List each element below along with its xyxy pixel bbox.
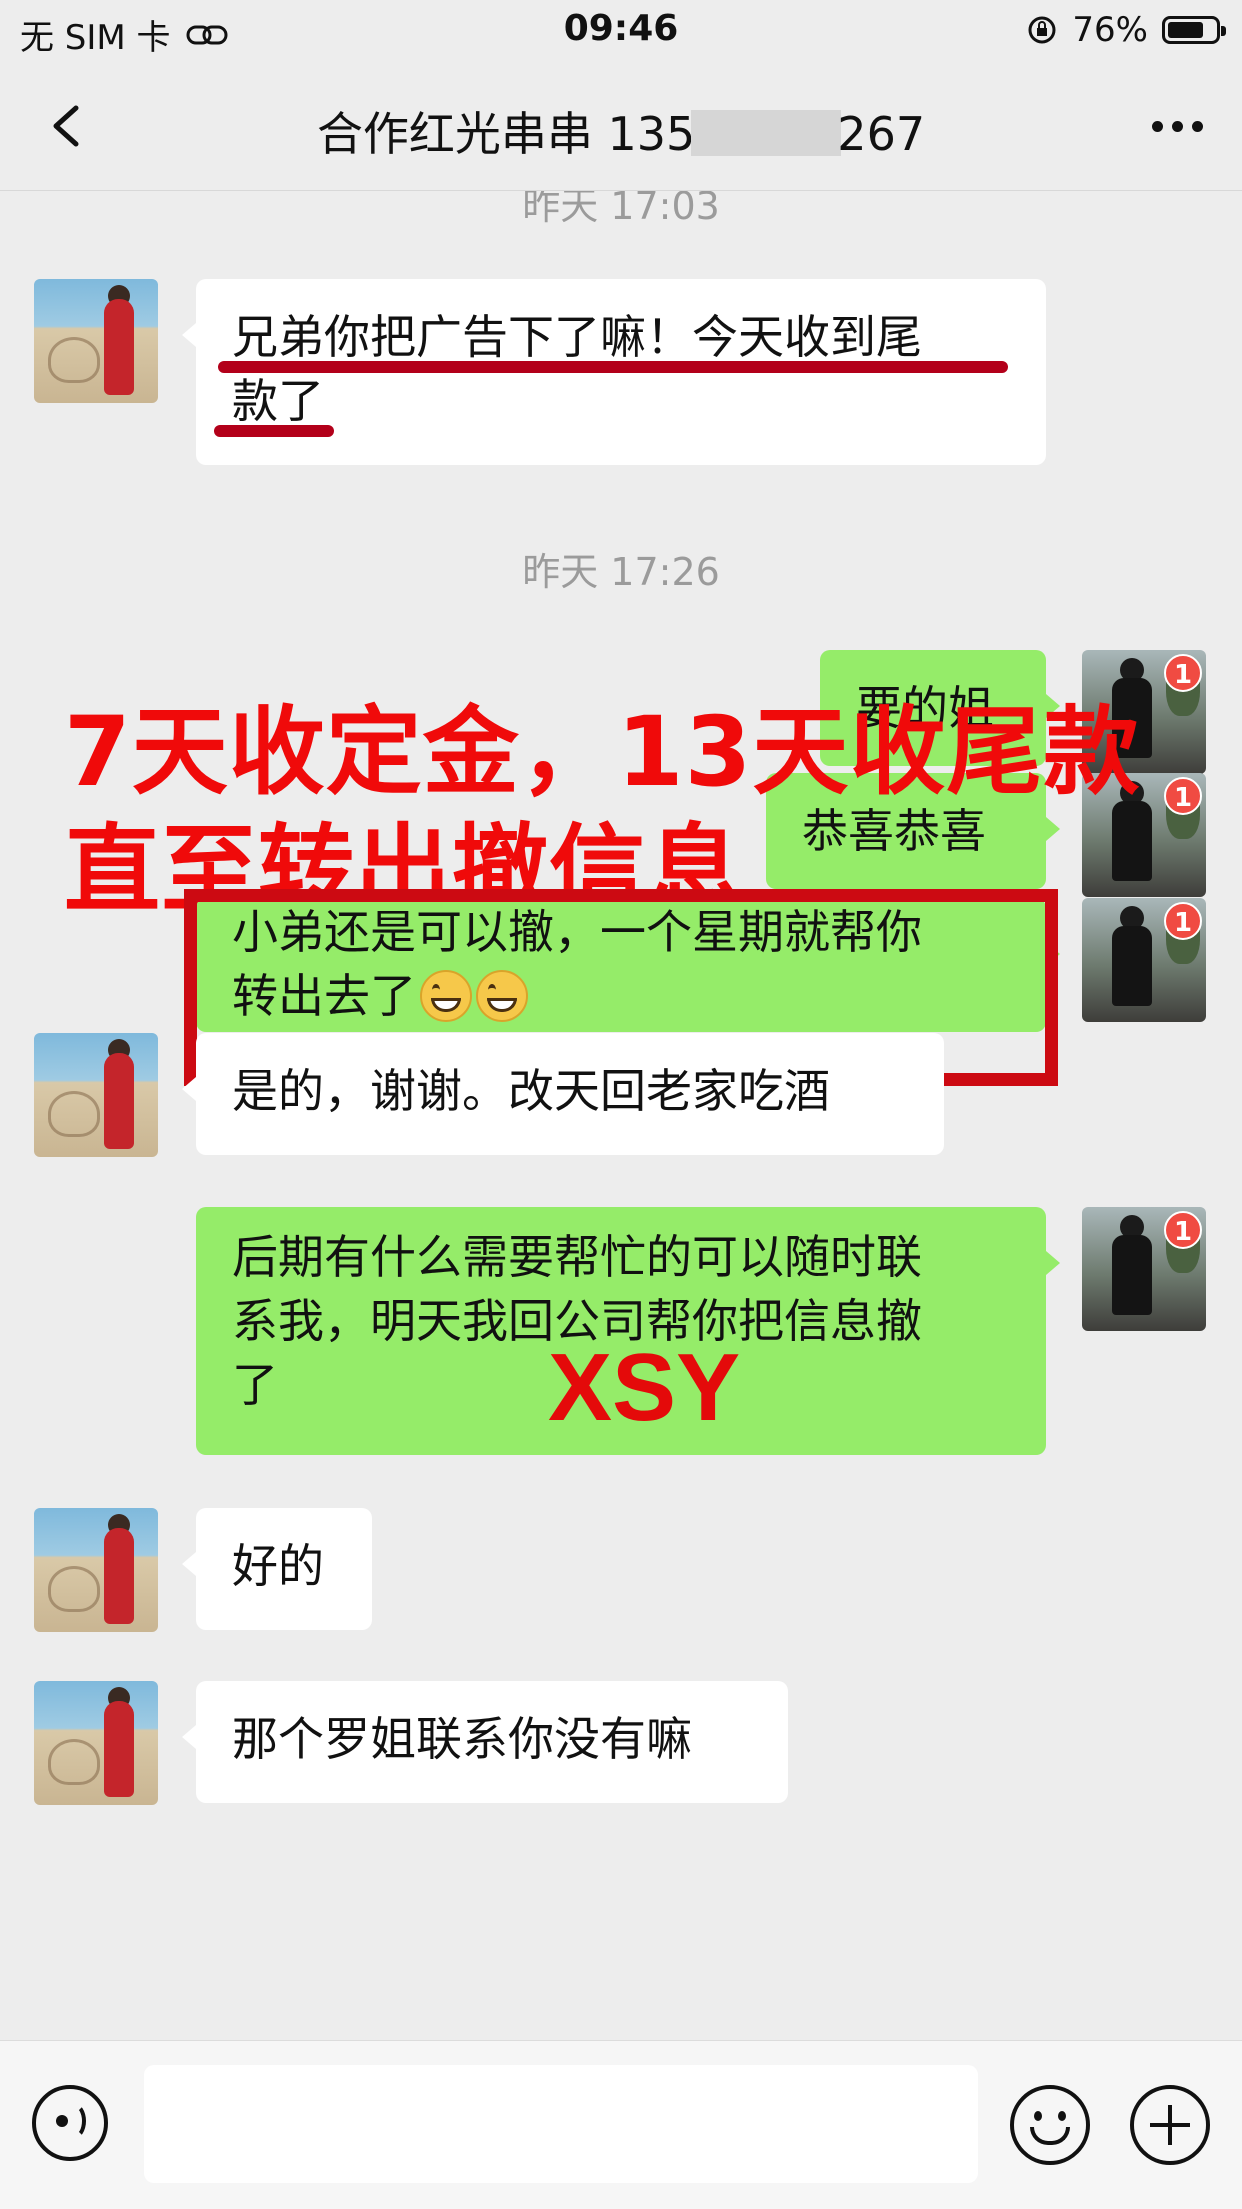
my-avatar[interactable]: 1: [1082, 1207, 1206, 1331]
overlay-headline: 7天收定金，13天收尾款: [64, 696, 1141, 808]
timestamp: 昨天 17:03: [522, 191, 720, 228]
chat-title-prefix: 合作红光串串 135: [316, 107, 696, 161]
orientation-lock-icon: [1028, 16, 1056, 44]
message-text: 好的: [232, 1539, 324, 1593]
message-text: 是的，谢谢。改天回老家吃酒: [232, 1064, 830, 1118]
voice-icon[interactable]: [32, 2085, 108, 2161]
message-list[interactable]: 昨天 17:03 兄弟你把广告下了嘛！今天收到尾 款了 昨天 17:26 1 要…: [0, 191, 1242, 2040]
battery-percent: 76%: [1072, 10, 1148, 50]
avatar-figure: [104, 1053, 134, 1149]
chat-header: 合作红光串串 135 267: [0, 62, 1242, 191]
message-line: 后期有什么需要帮忙的可以随时联: [232, 1230, 922, 1284]
my-avatar[interactable]: 1: [1082, 898, 1206, 1022]
watermark-text: XSY: [548, 1334, 741, 1441]
contact-avatar[interactable]: [34, 279, 158, 403]
timestamp: 昨天 17:26: [522, 550, 720, 594]
contact-avatar[interactable]: [34, 1508, 158, 1632]
plus-icon[interactable]: [1130, 2085, 1210, 2165]
avatar-figure: [104, 1701, 134, 1797]
redaction-mask: [691, 110, 842, 156]
red-underline: [218, 361, 1008, 373]
message-bubble-in[interactable]: 好的: [182, 1508, 372, 1630]
message-input[interactable]: [144, 2065, 978, 2183]
avatar-figure: [104, 1528, 134, 1624]
message-bubble-in[interactable]: 是的，谢谢。改天回老家吃酒: [182, 1033, 944, 1155]
avatar-figure: [1112, 926, 1152, 1006]
status-right: 76%: [1026, 10, 1226, 50]
contact-avatar[interactable]: [34, 1681, 158, 1805]
chat-title: 合作红光串串 135 267: [0, 98, 1242, 164]
input-bar: [0, 2040, 1242, 2209]
unread-badge: 1: [1164, 654, 1202, 692]
battery-fill: [1168, 22, 1203, 38]
unread-badge: 1: [1164, 902, 1202, 940]
avatar-figure: [1112, 1235, 1152, 1315]
avatar-figure: [104, 299, 134, 395]
emoji-icon[interactable]: [1010, 2085, 1090, 2165]
battery-icon: [1162, 16, 1226, 44]
unread-badge: 1: [1164, 777, 1202, 815]
status-bar: 无 SIM 卡 09:46 76%: [0, 0, 1242, 62]
chat-title-suffix: 267: [837, 107, 926, 161]
red-underline: [214, 425, 334, 437]
more-dot: [1191, 120, 1203, 132]
message-line: 兄弟你把广告下了嘛！今天收到尾: [232, 310, 922, 364]
message-bubble-in[interactable]: 那个罗姐联系你没有嘛: [182, 1681, 788, 1803]
message-line: 款了: [232, 374, 324, 428]
more-dot: [1151, 120, 1163, 132]
avatar-heart: [48, 337, 100, 383]
avatar-heart: [48, 1566, 100, 1612]
contact-avatar[interactable]: [34, 1033, 158, 1157]
unread-badge: 1: [1164, 1211, 1202, 1249]
avatar-heart: [48, 1739, 100, 1785]
more-dot: [1171, 120, 1183, 132]
avatar-figure: [1112, 801, 1152, 881]
more-button[interactable]: [1142, 106, 1212, 146]
avatar-heart: [48, 1091, 100, 1137]
message-text: 那个罗姐联系你没有嘛: [232, 1712, 692, 1766]
